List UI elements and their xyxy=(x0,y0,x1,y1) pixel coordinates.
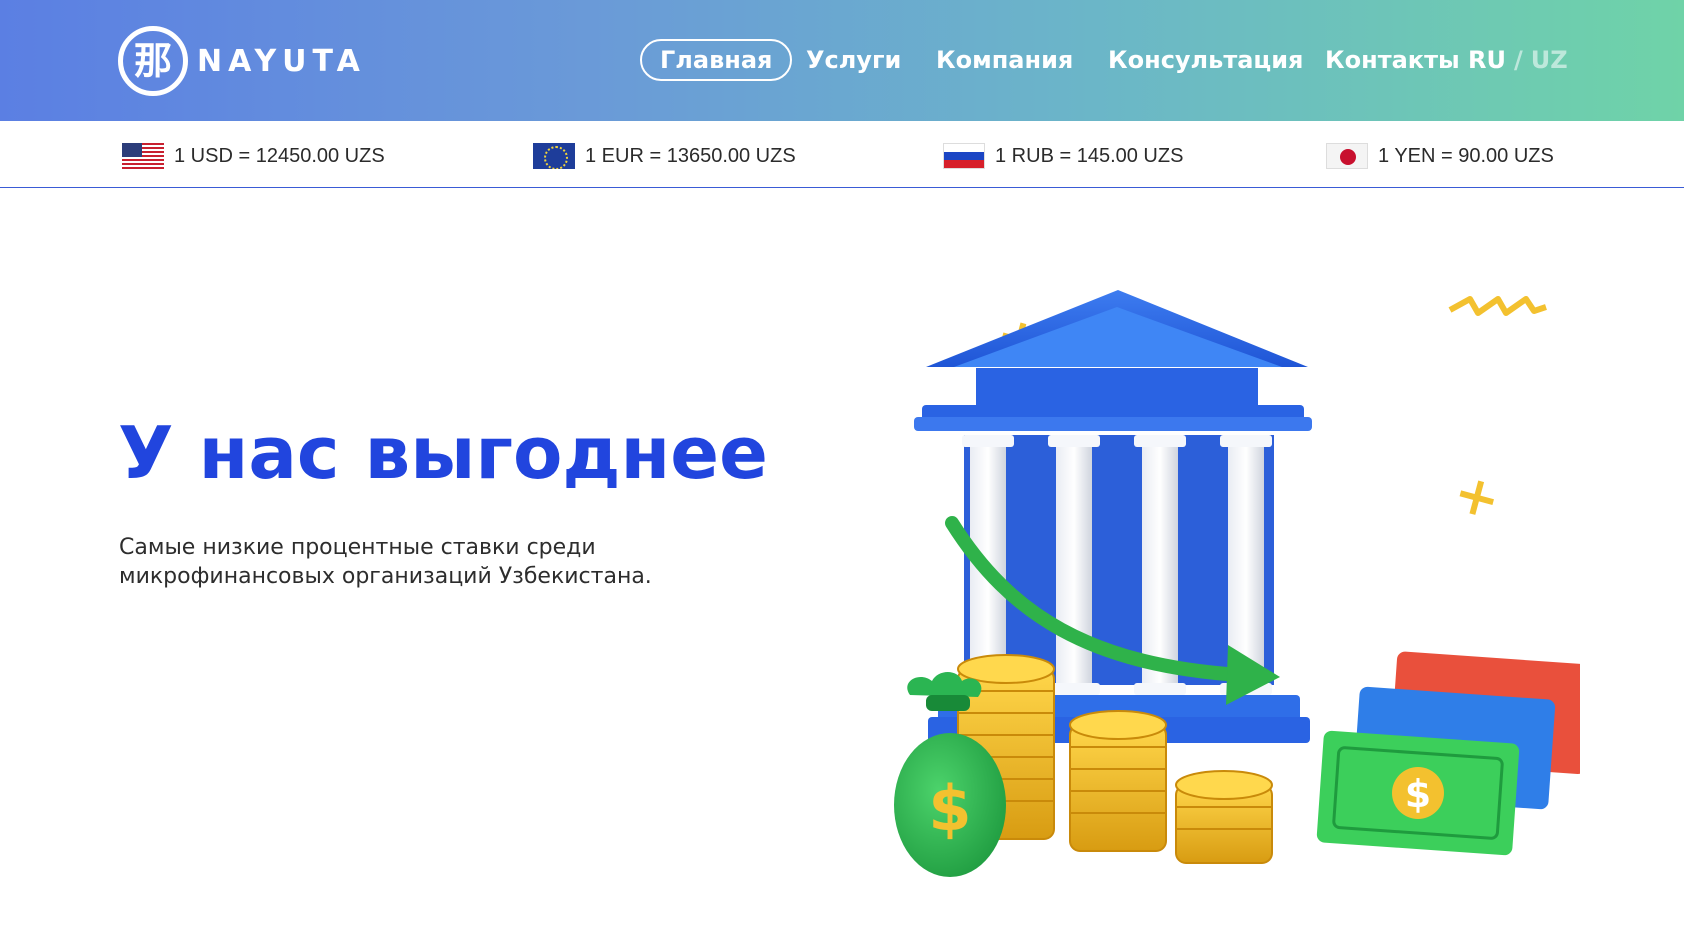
nav-item-contacts[interactable]: Контакты xyxy=(1325,39,1460,81)
rate-eur: 1 EUR = 13650.00 UZS xyxy=(533,141,796,171)
rate-rub: 1 RUB = 145.00 UZS xyxy=(943,141,1183,171)
logo-mark-icon: 那 xyxy=(118,26,188,96)
nav-item-consultation[interactable]: Консультация xyxy=(1108,39,1303,81)
lang-ru-button[interactable]: RU xyxy=(1468,46,1506,74)
nav-item-services[interactable]: Услуги xyxy=(806,39,901,81)
language-switcher: RU / UZ xyxy=(1468,39,1568,81)
site-header: 那 NAYUTA Главная Услуги Компания Консуль… xyxy=(0,0,1684,121)
nav-item-home[interactable]: Главная xyxy=(640,39,793,81)
logo-text: NAYUTA xyxy=(197,43,366,79)
banknote-icon: $ xyxy=(1316,651,1580,856)
bank-illustration: $ $ xyxy=(894,290,1580,877)
rate-eur-text: 1 EUR = 13650.00 UZS xyxy=(585,144,796,167)
hero-subtitle: Самые низкие процентные ставки среди мик… xyxy=(119,535,652,589)
bill-dollar-text: $ xyxy=(1405,772,1431,816)
jp-flag-icon xyxy=(1326,143,1368,169)
rate-usd: 1 USD = 12450.00 UZS xyxy=(122,141,385,171)
rate-usd-text: 1 USD = 12450.00 UZS xyxy=(174,144,385,167)
nav-item-company[interactable]: Компания xyxy=(936,39,1073,81)
lang-separator: / xyxy=(1513,46,1523,74)
bag-dollar-text: $ xyxy=(928,772,971,845)
exchange-rates-bar: 1 USD = 12450.00 UZS 1 EUR = 13650.00 UZ… xyxy=(0,121,1684,188)
ru-flag-icon xyxy=(943,143,985,169)
rate-yen-text: 1 YEN = 90.00 UZS xyxy=(1378,144,1554,167)
hero-title: У нас выгоднее xyxy=(118,411,768,495)
eu-flag-icon xyxy=(533,143,575,169)
rate-yen: 1 YEN = 90.00 UZS xyxy=(1326,141,1554,171)
lang-uz-button[interactable]: UZ xyxy=(1531,46,1568,74)
logo[interactable]: 那 NAYUTA xyxy=(118,26,366,96)
us-flag-icon xyxy=(122,143,164,169)
rate-rub-text: 1 RUB = 145.00 UZS xyxy=(995,144,1184,167)
